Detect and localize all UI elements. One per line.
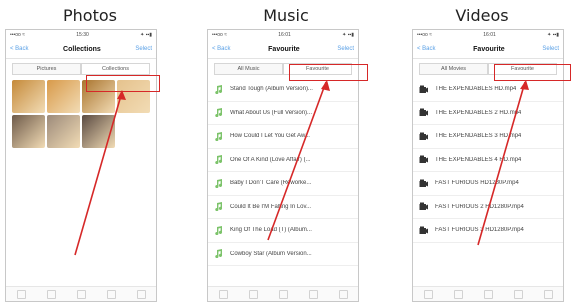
pointer-arrows xyxy=(74,80,529,256)
arrow-icon xyxy=(74,90,126,256)
arrow-icon xyxy=(477,80,529,246)
arrow-icon xyxy=(267,80,330,241)
